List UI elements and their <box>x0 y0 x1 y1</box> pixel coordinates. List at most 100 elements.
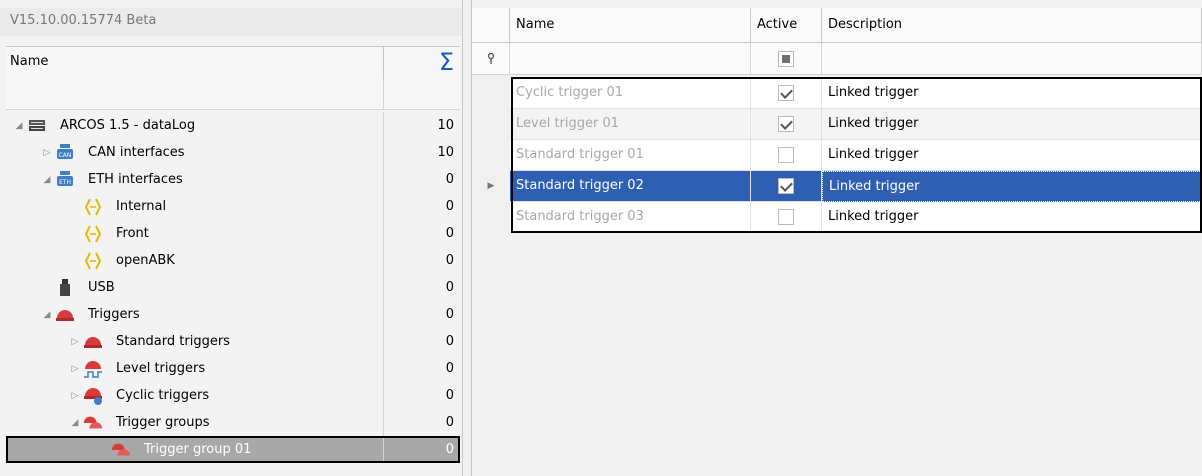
tree-row[interactable]: ◢ Trigger groups 0 <box>6 409 460 436</box>
tree-header: Name Σ <box>6 46 460 80</box>
bracket-icon <box>82 224 104 244</box>
description-cell[interactable]: Linked trigger <box>822 202 1202 233</box>
collapse-icon[interactable]: ◢ <box>12 121 26 131</box>
tree-row[interactable]: ▷ Standard triggers 0 <box>6 328 460 355</box>
description-cell[interactable]: Linked trigger <box>822 171 1202 202</box>
sum-header[interactable]: Σ <box>384 47 460 79</box>
tree-row[interactable]: ◢ ARCOS 1.5 - dataLog 10 <box>6 112 460 139</box>
trigger-icon <box>82 332 104 352</box>
expand-icon[interactable]: ▷ <box>40 148 54 158</box>
svg-text:ETH: ETH <box>59 179 71 186</box>
tree-row[interactable]: ▷ Level triggers 0 <box>6 355 460 382</box>
active-column-header[interactable]: Active <box>751 8 822 42</box>
description-cell[interactable]: Linked trigger <box>822 140 1202 171</box>
tree-row[interactable]: ▷ Cyclic triggers 0 <box>6 382 460 409</box>
tree-row-count: 0 <box>445 361 454 376</box>
tree-row-label: ARCOS 1.5 - dataLog <box>60 118 196 133</box>
right-panel: Name Active Description Cyclic trigger 0… <box>472 0 1202 476</box>
trigger-icon <box>54 305 76 325</box>
trigger-name-cell[interactable]: Level trigger 01 <box>510 109 751 140</box>
grid-row[interactable]: Level trigger 01 Linked trigger <box>472 109 1202 140</box>
tree-filter-sum[interactable] <box>384 79 460 109</box>
tree-row-count: 0 <box>445 442 454 457</box>
tree-view: ◢ ARCOS 1.5 - dataLog 10 ▷ CAN CAN interfaces… <box>6 112 460 463</box>
collapse-icon[interactable]: ◢ <box>68 418 82 428</box>
trigger-name-cell[interactable]: Standard trigger 01 <box>510 140 751 171</box>
grid-row[interactable]: ▶ Standard trigger 02 Linked trigger <box>472 171 1202 202</box>
active-checkbox[interactable] <box>778 147 794 163</box>
tree-name-header[interactable]: Name <box>6 47 384 79</box>
active-cell[interactable] <box>751 202 822 233</box>
tree-row[interactable]: Front 0 <box>6 220 460 247</box>
panel-splitter[interactable] <box>462 0 472 476</box>
tree-row-count: 0 <box>445 199 454 214</box>
level-trigger-icon <box>82 359 104 379</box>
expand-icon[interactable]: ▷ <box>68 337 82 347</box>
description-column-header[interactable]: Description <box>822 8 1202 42</box>
tree-filter-row[interactable] <box>6 79 460 110</box>
row-indicator[interactable]: ▶ <box>472 171 510 202</box>
active-cell[interactable] <box>751 78 822 109</box>
trigger-name-cell[interactable]: Standard trigger 02 <box>510 171 751 202</box>
grid-header: Name Active Description <box>472 8 1202 43</box>
grid-row[interactable]: Standard trigger 03 Linked trigger <box>472 202 1202 233</box>
name-column-header[interactable]: Name <box>510 8 751 42</box>
tree-row-label: Triggers <box>88 307 140 322</box>
active-checkbox[interactable] <box>778 178 794 194</box>
active-filter-checkbox[interactable] <box>778 50 794 67</box>
trigger-group-icon <box>110 440 132 460</box>
tree-row-label: CAN interfaces <box>88 145 185 160</box>
pin-icon <box>472 43 510 74</box>
row-indicator[interactable] <box>472 202 510 233</box>
collapse-icon[interactable]: ◢ <box>40 175 54 185</box>
active-checkbox[interactable] <box>778 85 794 101</box>
row-indicator[interactable] <box>472 78 510 109</box>
grid-row[interactable]: Standard trigger 01 Linked trigger <box>472 140 1202 171</box>
grid-row[interactable]: Cyclic trigger 01 Linked trigger <box>472 78 1202 109</box>
tree-row-label: openABK <box>116 253 175 268</box>
tree-row-label: Trigger group 01 <box>144 442 252 457</box>
tree-row-label: Standard triggers <box>116 334 230 349</box>
trigger-name-cell[interactable]: Cyclic trigger 01 <box>510 78 751 109</box>
left-panel: V15.10.00.15774 Beta Name Σ ◢ ARCOS 1.5 -… <box>0 0 462 476</box>
expand-icon[interactable]: ▷ <box>68 364 82 374</box>
tree-filter-name[interactable] <box>6 79 384 109</box>
grid-filter-row <box>472 43 1202 75</box>
svg-text:CAN: CAN <box>59 152 72 159</box>
trigger-name-cell[interactable]: Standard trigger 03 <box>510 202 751 233</box>
tree-row[interactable]: ◢ ETH ETH interfaces 0 <box>6 166 460 193</box>
tree-row[interactable]: ◢ Triggers 0 <box>6 301 460 328</box>
active-cell[interactable] <box>751 140 822 171</box>
tree-row[interactable]: Internal 0 <box>6 193 460 220</box>
tree-row-count: 0 <box>445 280 454 295</box>
row-indicator[interactable] <box>472 109 510 140</box>
description-filter-cell[interactable] <box>822 43 1202 74</box>
tree-row-label: ETH interfaces <box>88 172 183 187</box>
usb-icon <box>54 278 76 298</box>
trigger-grid: Cyclic trigger 01 Linked trigger Level tri… <box>472 78 1202 233</box>
tree-row[interactable]: Trigger group 01 0 <box>6 436 460 463</box>
tree-row[interactable]: ▷ CAN CAN interfaces 10 <box>6 139 460 166</box>
active-checkbox[interactable] <box>778 209 794 225</box>
trigger-group-icon <box>82 413 104 433</box>
collapse-icon[interactable]: ◢ <box>40 310 54 320</box>
name-filter-cell[interactable] <box>510 43 751 74</box>
active-cell[interactable] <box>751 171 822 202</box>
active-filter-cell[interactable] <box>751 43 822 74</box>
description-cell[interactable]: Linked trigger <box>822 109 1202 140</box>
active-cell[interactable] <box>751 109 822 140</box>
description-cell[interactable]: Linked trigger <box>822 78 1202 109</box>
tree-row-label: Internal <box>116 199 167 214</box>
row-indicator[interactable] <box>472 140 510 171</box>
tree-row[interactable]: USB 0 <box>6 274 460 301</box>
tree-row-count: 0 <box>445 307 454 322</box>
tree-row-count: 0 <box>445 226 454 241</box>
eth-icon: ETH <box>54 170 76 190</box>
tree-row[interactable]: openABK 0 <box>6 247 460 274</box>
expand-icon[interactable]: ▷ <box>68 391 82 401</box>
version-label: V15.10.00.15774 Beta <box>0 8 462 36</box>
tree-row-label: Cyclic triggers <box>116 388 210 403</box>
active-checkbox[interactable] <box>778 116 794 132</box>
tree-row-count: 0 <box>445 334 454 349</box>
indicator-header <box>472 8 510 42</box>
